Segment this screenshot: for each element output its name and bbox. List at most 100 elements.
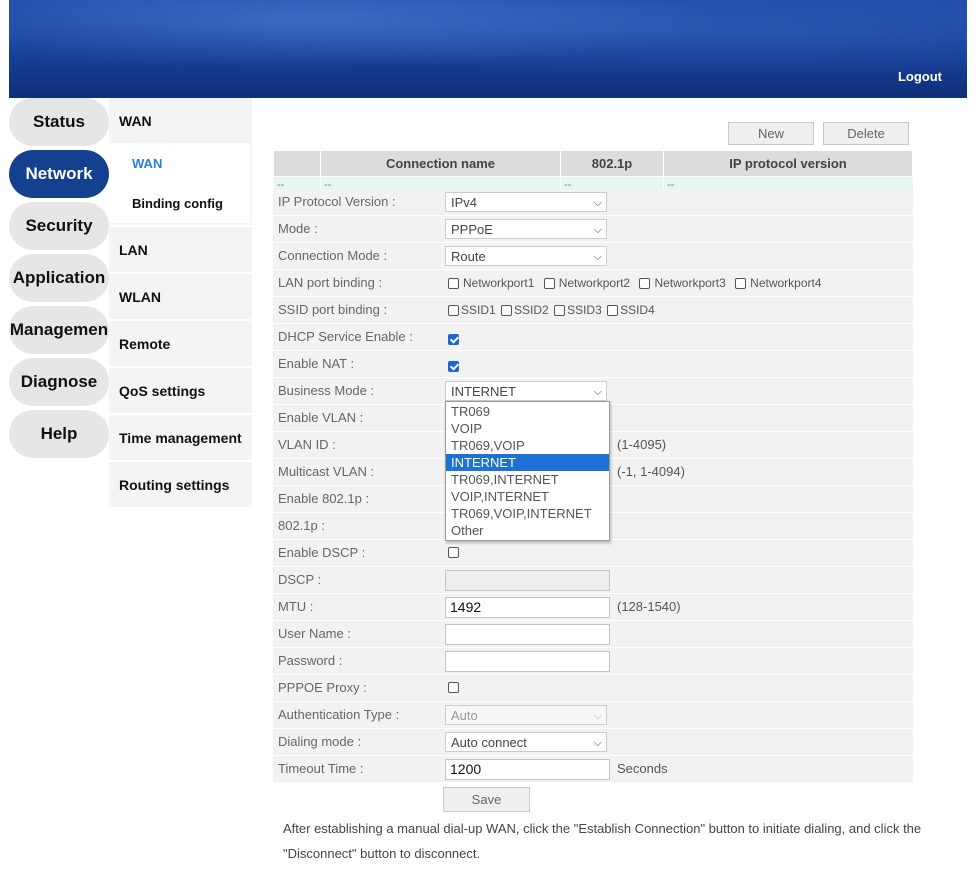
nav-status[interactable]: Status xyxy=(9,98,109,146)
subnav-wan[interactable]: WAN xyxy=(109,98,252,143)
save-button[interactable]: Save xyxy=(443,787,530,812)
ssid-option[interactable]: SSID4 xyxy=(607,303,655,317)
dropdown-option[interactable]: TR069 xyxy=(446,403,609,420)
business-mode-value: INTERNET xyxy=(451,384,516,399)
enable-nat-checkbox[interactable] xyxy=(448,361,459,373)
delete-button[interactable]: Delete xyxy=(823,122,909,145)
enable-8021p-label: Enable 802.1p : xyxy=(278,491,370,506)
row-password: Password : xyxy=(273,648,913,674)
row-mode: Mode : PPPoE ⌵ xyxy=(273,216,913,242)
dialing-mode-select[interactable]: Auto connect ⌵ xyxy=(445,732,607,752)
connection-mode-label: Connection Mode : xyxy=(278,248,388,263)
subnav-wlan[interactable]: WLAN xyxy=(109,274,252,319)
subnav-time-management[interactable]: Time management xyxy=(109,415,252,460)
row-mtu: MTU : 1492 (128-1540) xyxy=(273,594,913,620)
lan-port-label: Networkport1 xyxy=(463,276,535,290)
dropdown-option[interactable]: VOIP xyxy=(446,420,609,437)
mtu-hint: (128-1540) xyxy=(617,599,681,614)
enable-nat-label: Enable NAT : xyxy=(278,356,355,371)
dialing-mode-value: Auto connect xyxy=(451,735,527,750)
pppoe-proxy-label: PPPOE Proxy : xyxy=(278,680,367,695)
dropdown-option-selected[interactable]: INTERNET xyxy=(446,454,609,471)
enable-dscp-label: Enable DSCP : xyxy=(278,545,366,560)
mtu-input[interactable]: 1492 xyxy=(445,597,610,618)
ssid-label: SSID1 xyxy=(461,303,496,317)
main-nav: Status Network Security Application Mana… xyxy=(9,98,109,462)
chevron-down-icon: ⌵ xyxy=(593,710,602,722)
subnav-binding-config[interactable]: Binding config xyxy=(109,183,250,223)
ssid-option[interactable]: SSID2 xyxy=(501,303,549,317)
password-label: Password : xyxy=(278,653,343,668)
dropdown-option[interactable]: TR069,VOIP xyxy=(446,437,609,454)
pppoe-proxy-checkbox[interactable] xyxy=(448,682,459,693)
nav-diagnose[interactable]: Diagnose xyxy=(9,358,109,406)
lan-port-checkboxes: Networkport1 Networkport2 Networkport3 N… xyxy=(448,270,828,296)
checkbox[interactable] xyxy=(735,278,747,290)
timeout-time-input[interactable]: 1200 xyxy=(445,759,610,780)
business-mode-select[interactable]: INTERNET ⌵ xyxy=(445,381,607,401)
checkbox[interactable] xyxy=(501,305,513,317)
dscp-label: DSCP : xyxy=(278,572,322,587)
timeout-time-label: Timeout Time : xyxy=(278,761,364,776)
nav-security[interactable]: Security xyxy=(9,202,109,250)
chevron-down-icon: ⌵ xyxy=(593,737,602,749)
checkbox[interactable] xyxy=(554,305,566,317)
lan-port-option[interactable]: Networkport4 xyxy=(735,276,822,290)
dropdown-option[interactable]: VOIP,INTERNET xyxy=(446,488,609,505)
ip-protocol-version-select[interactable]: IPv4 ⌵ xyxy=(445,192,607,212)
ssid-option[interactable]: SSID1 xyxy=(448,303,496,317)
lan-port-option[interactable]: Networkport3 xyxy=(639,276,726,290)
table-header-8021p: 802.1p xyxy=(560,150,664,177)
lan-port-option[interactable]: Networkport2 xyxy=(543,276,631,290)
dropdown-option[interactable]: TR069,INTERNET xyxy=(446,471,609,488)
nav-help[interactable]: Help xyxy=(9,410,109,458)
enable-dscp-checkbox[interactable] xyxy=(448,547,459,558)
row-timeout-time: Timeout Time : 1200 Seconds xyxy=(273,756,913,782)
dhcp-service-enable-checkbox[interactable] xyxy=(448,334,459,346)
checkbox[interactable] xyxy=(543,278,555,290)
checkbox[interactable] xyxy=(639,278,651,290)
ssid-port-binding-label: SSID port binding : xyxy=(278,302,388,317)
vlan-id-label: VLAN ID : xyxy=(278,437,336,452)
authentication-type-select[interactable]: Auto ⌵ xyxy=(445,705,607,725)
ssid-option[interactable]: SSID3 xyxy=(554,303,602,317)
dropdown-option[interactable]: TR069,VOIP,INTERNET xyxy=(446,505,609,522)
table-header-row: Connection name 802.1p IP protocol versi… xyxy=(273,150,913,177)
nav-application[interactable]: Application xyxy=(9,254,109,302)
table-header-ip-protocol: IP protocol version xyxy=(663,150,913,177)
password-input[interactable] xyxy=(445,651,610,672)
mode-select[interactable]: PPPoE ⌵ xyxy=(445,219,607,239)
lan-port-label: Networkport2 xyxy=(558,276,631,290)
chevron-down-icon: ⌵ xyxy=(593,251,602,263)
new-button[interactable]: New xyxy=(728,122,814,145)
logout-link[interactable]: Logout xyxy=(898,69,942,84)
mode-value: PPPoE xyxy=(451,222,493,237)
user-name-input[interactable] xyxy=(445,624,610,645)
subnav-qos-settings[interactable]: QoS settings xyxy=(109,368,252,413)
subnav-wan-wan[interactable]: WAN xyxy=(109,143,250,183)
ssid-checkboxes: SSID1 SSID2 SSID3 SSID4 xyxy=(448,297,657,323)
subnav-lan[interactable]: LAN xyxy=(109,227,252,272)
subnav-remote[interactable]: Remote xyxy=(109,321,252,366)
nav-network[interactable]: Network xyxy=(9,150,109,198)
business-mode-label: Business Mode : xyxy=(278,383,375,398)
multicast-vlan-hint: (-1, 1-4094) xyxy=(617,464,685,479)
dropdown-option[interactable]: Other xyxy=(446,522,609,539)
nav-management[interactable]: Managemen xyxy=(9,306,109,354)
checkbox[interactable] xyxy=(448,305,459,317)
connection-mode-select[interactable]: Route ⌵ xyxy=(445,246,607,266)
dscp-input[interactable] xyxy=(445,570,610,591)
multicast-vlan-label: Multicast VLAN : xyxy=(278,464,375,479)
row-dhcp-service-enable: DHCP Service Enable : xyxy=(273,324,913,350)
row-ssid-port-binding: SSID port binding : SSID1 SSID2 SSID3 SS… xyxy=(273,297,913,323)
checkbox[interactable] xyxy=(448,278,459,290)
chevron-down-icon: ⌵ xyxy=(593,224,602,236)
row-dscp: DSCP : xyxy=(273,567,913,593)
row-user-name: User Name : xyxy=(273,621,913,647)
lan-port-label: Networkport3 xyxy=(654,276,726,290)
subnav-routing-settings[interactable]: Routing settings xyxy=(109,462,252,507)
lan-port-option[interactable]: Networkport1 xyxy=(448,276,534,290)
ssid-label: SSID4 xyxy=(620,303,655,317)
checkbox[interactable] xyxy=(607,305,619,317)
timeout-time-hint: Seconds xyxy=(617,761,668,776)
